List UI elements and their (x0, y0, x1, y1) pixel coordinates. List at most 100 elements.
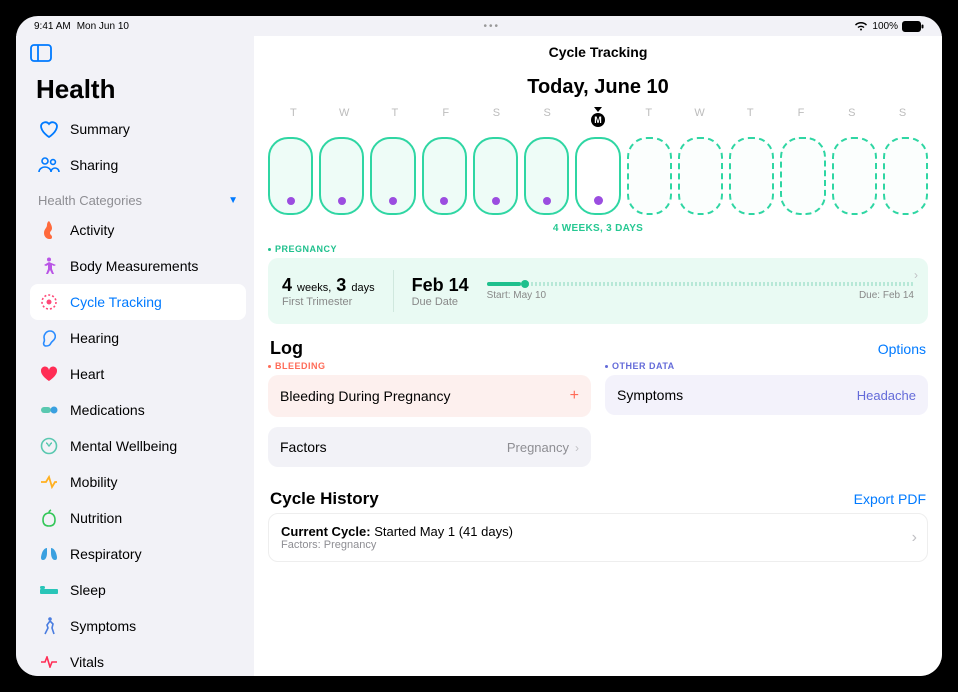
health-categories-header[interactable]: Health Categories ▼ (30, 183, 246, 212)
weekday[interactable]: T (268, 107, 319, 127)
sidebar: Health Summary Sharing Health Categories… (16, 36, 254, 676)
pregnancy-tag-label: PREGNANCY (275, 244, 337, 254)
fertility-dot-icon (492, 197, 500, 205)
people-icon (38, 154, 60, 176)
log-options-button[interactable]: Options (878, 341, 926, 357)
weekday[interactable]: T (370, 107, 421, 127)
sidebar-item-symptoms[interactable]: Symptoms (30, 608, 246, 644)
health-categories-label: Health Categories (38, 193, 142, 208)
cycle-future-pill[interactable] (832, 137, 877, 215)
cycle-day-pill[interactable] (319, 137, 364, 215)
sidebar-item-vitals[interactable]: Vitals (30, 644, 246, 676)
gestation-value: 4 weeks, 3 days (282, 275, 375, 296)
wifi-icon (854, 21, 868, 31)
status-time: 9:41 AM (34, 21, 71, 32)
sidebar-summary-label: Summary (70, 121, 130, 137)
status-bar: 9:41 AM Mon Jun 10 ••• 100% (16, 16, 942, 36)
cycle-day-pill[interactable] (370, 137, 415, 215)
sidebar-item-label: Mental Wellbeing (70, 438, 177, 454)
pregnancy-card[interactable]: 4 weeks, 3 days First Trimester Feb 14 D… (268, 258, 928, 324)
cycle-day-pill[interactable] (524, 137, 569, 215)
weekday-row: T W T F S S M T W T F S S (268, 103, 928, 129)
cycle-day-pill[interactable] (268, 137, 313, 215)
trimester-label: First Trimester (282, 296, 375, 308)
sidebar-item-mental[interactable]: Mental Wellbeing (30, 428, 246, 464)
bleeding-tag-label: BLEEDING (275, 361, 326, 371)
ipad-frame: 9:41 AM Mon Jun 10 ••• 100% Health Summa… (0, 0, 958, 692)
sidebar-item-medications[interactable]: Medications (30, 392, 246, 428)
other-data-tag: OTHER DATA (605, 361, 928, 371)
sidebar-toggle-button[interactable] (30, 42, 56, 64)
plus-icon: + (570, 387, 579, 405)
weekday[interactable]: F (420, 107, 471, 127)
weekday[interactable]: W (319, 107, 370, 127)
sidebar-summary[interactable]: Summary (30, 111, 246, 147)
weekday[interactable]: S (522, 107, 573, 127)
cycle-future-pill[interactable] (627, 137, 672, 215)
log-title: Log (270, 338, 303, 359)
bed-icon (38, 579, 60, 601)
due-date-value: Feb 14 (412, 275, 469, 296)
sidebar-item-nutrition[interactable]: Nutrition (30, 500, 246, 536)
fertility-dot-icon (440, 197, 448, 205)
weekday[interactable]: S (826, 107, 877, 127)
due-date-label: Due Date (412, 296, 469, 308)
screen: 9:41 AM Mon Jun 10 ••• 100% Health Summa… (16, 16, 942, 676)
factors-label: Factors (280, 439, 327, 455)
cycle-future-pill[interactable] (883, 137, 928, 215)
cycle-day-pill[interactable] (473, 137, 518, 215)
sidebar-item-label: Respiratory (70, 546, 142, 562)
ear-icon (38, 327, 60, 349)
factors-tile[interactable]: Factors Pregnancy› (268, 427, 591, 467)
sidebar-item-mobility[interactable]: Mobility (30, 464, 246, 500)
weekday[interactable]: S (471, 107, 522, 127)
sidebar-item-activity[interactable]: Activity (30, 212, 246, 248)
sidebar-item-label: Activity (70, 222, 114, 238)
cycle-future-pill[interactable] (780, 137, 825, 215)
sidebar-item-label: Sleep (70, 582, 106, 598)
page-title: Cycle Tracking (268, 36, 928, 64)
body-icon (38, 255, 60, 277)
export-pdf-button[interactable]: Export PDF (854, 491, 926, 507)
sidebar-item-cycle-tracking[interactable]: Cycle Tracking (30, 284, 246, 320)
sidebar-item-sleep[interactable]: Sleep (30, 572, 246, 608)
weekday[interactable]: S (877, 107, 928, 127)
weekday[interactable]: F (776, 107, 827, 127)
sidebar-item-respiratory[interactable]: Respiratory (30, 536, 246, 572)
multitask-dots[interactable]: ••• (129, 21, 854, 32)
weekday[interactable]: T (623, 107, 674, 127)
current-cycle-line: Current Cycle: Started May 1 (41 days) (281, 524, 915, 539)
chevron-right-icon: › (575, 441, 579, 455)
cycle-today-pill[interactable] (575, 137, 620, 215)
cycle-pill-row[interactable] (268, 129, 928, 219)
sidebar-item-heart[interactable]: Heart (30, 356, 246, 392)
progress-knob-icon (521, 280, 529, 288)
sidebar-item-label: Nutrition (70, 510, 122, 526)
sidebar-item-hearing[interactable]: Hearing (30, 320, 246, 356)
apple-icon (38, 507, 60, 529)
sidebar-item-label: Heart (70, 366, 104, 382)
chevron-right-icon: › (912, 529, 917, 547)
bleeding-tile[interactable]: Bleeding During Pregnancy + (268, 375, 591, 417)
cycle-future-pill[interactable] (729, 137, 774, 215)
vitals-icon (38, 651, 60, 673)
pregnancy-progress-bar (487, 282, 914, 286)
walk-icon (38, 615, 60, 637)
cycle-future-pill[interactable] (678, 137, 723, 215)
cycle-icon (38, 291, 60, 313)
content-area: Health Summary Sharing Health Categories… (16, 36, 942, 676)
progress-due-label: Due: Feb 14 (859, 290, 914, 301)
sidebar-sharing[interactable]: Sharing (30, 147, 246, 183)
cycle-day-pill[interactable] (422, 137, 467, 215)
bleeding-tag: BLEEDING (268, 361, 591, 371)
progress-start-label: Start: May 10 (487, 290, 546, 301)
cycle-history-card[interactable]: Current Cycle: Started May 1 (41 days) F… (268, 513, 928, 562)
lungs-icon (38, 543, 60, 565)
symptoms-tile[interactable]: Symptoms Headache (605, 375, 928, 415)
progress-fill (487, 282, 521, 286)
heart-outline-icon (38, 118, 60, 140)
weekday-today[interactable]: M (573, 107, 624, 127)
sidebar-item-body[interactable]: Body Measurements (30, 248, 246, 284)
weekday[interactable]: W (674, 107, 725, 127)
weekday[interactable]: T (725, 107, 776, 127)
